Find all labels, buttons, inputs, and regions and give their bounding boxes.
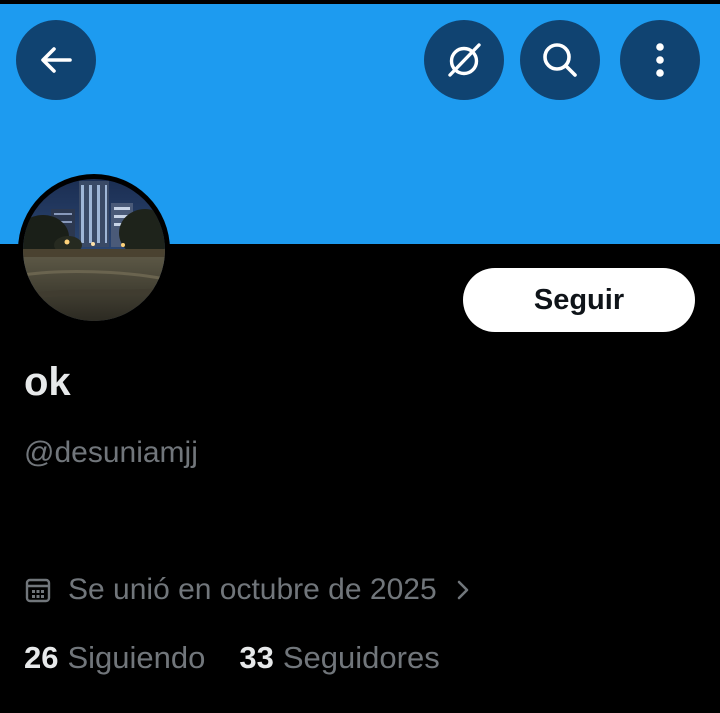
chevron-right-icon xyxy=(455,577,471,603)
grok-icon xyxy=(442,38,486,82)
back-button[interactable] xyxy=(16,20,96,100)
user-handle: @desuniamjj xyxy=(24,436,198,469)
more-vertical-icon xyxy=(654,40,666,80)
search-button[interactable] xyxy=(520,20,600,100)
search-icon xyxy=(538,38,582,82)
following-label: Siguiendo xyxy=(67,640,206,675)
followers-label: Seguidores xyxy=(282,640,440,675)
following-count: 26 xyxy=(24,640,59,675)
more-options-button[interactable] xyxy=(620,20,700,100)
arrow-left-icon xyxy=(36,40,76,80)
avatar-photo xyxy=(23,179,165,321)
follow-button[interactable]: Seguir xyxy=(463,268,695,332)
followers-count: 33 xyxy=(239,640,274,675)
calendar-icon xyxy=(24,576,52,604)
following-link[interactable]: 26 Siguiendo xyxy=(24,640,205,676)
joined-date-text: Se unió en octubre de 2025 xyxy=(68,573,437,606)
followers-link[interactable]: 33 Seguidores xyxy=(239,640,439,676)
avatar[interactable] xyxy=(18,174,170,326)
display-name: ok xyxy=(24,360,71,404)
follow-stats: 26 Siguiendo 33 Seguidores xyxy=(24,638,474,678)
joined-date-link[interactable]: Se unió en octubre de 2025 xyxy=(24,570,471,610)
grok-button[interactable] xyxy=(424,20,504,100)
